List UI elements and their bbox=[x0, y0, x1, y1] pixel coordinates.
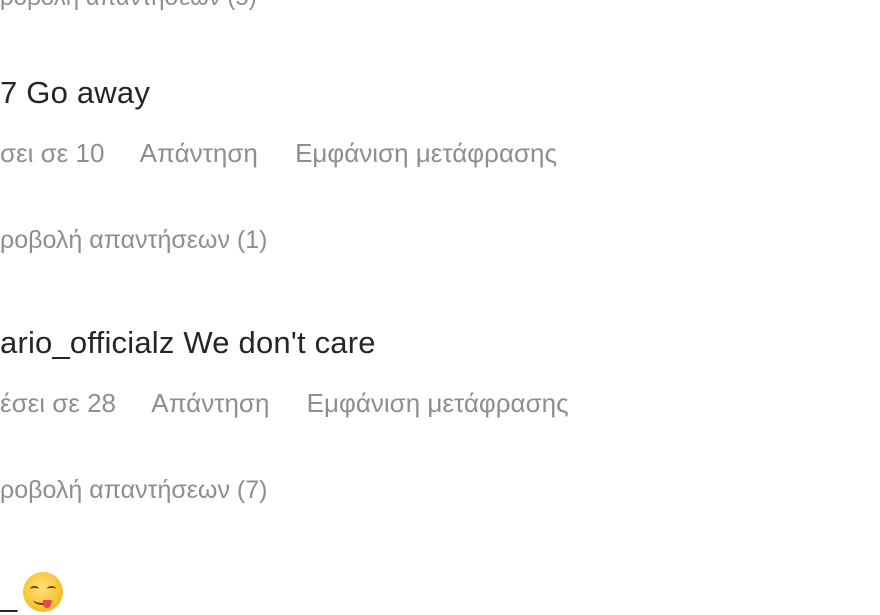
savoring-food-emoji-icon bbox=[23, 572, 64, 612]
comment-2-meta: έσει σε 28 Απάντηση Εμφάνιση μετάφρασης bbox=[0, 388, 569, 419]
comment-2-translate-button[interactable]: Εμφάνιση μετάφρασης bbox=[307, 388, 569, 419]
comment-2-reply-button[interactable]: Απάντηση bbox=[151, 388, 269, 419]
comment-3-author[interactable]: _ bbox=[0, 578, 17, 613]
comment-1-translate-button[interactable]: Εμφάνιση μετάφρασης bbox=[295, 138, 557, 169]
comment-2-text-row: ario_officialz We don't care bbox=[0, 325, 376, 361]
comment-1-reply-button[interactable]: Απάντηση bbox=[140, 138, 258, 169]
comment-1-meta: σει σε 10 Απάντηση Εμφάνιση μετάφρασης bbox=[0, 138, 557, 169]
comment-1-author[interactable]: 7 bbox=[0, 75, 17, 110]
comment-2-likes[interactable]: έσει σε 28 bbox=[0, 388, 116, 419]
comment-1-view-replies[interactable]: ροβολή απαντήσεων (1) bbox=[0, 226, 267, 255]
comment-1-text-row: 7 Go away bbox=[0, 75, 150, 111]
view-replies-link-clipped[interactable]: ροβολή απαντήσεων (5) bbox=[0, 0, 257, 12]
comment-2-author[interactable]: ario_officialz bbox=[0, 325, 175, 360]
comment-2-view-replies[interactable]: ροβολή απαντήσεων (7) bbox=[0, 476, 267, 505]
comment-3-text-row: _ bbox=[0, 572, 64, 614]
comment-2-body: We don't care bbox=[183, 325, 376, 360]
comment-1-body: Go away bbox=[26, 75, 151, 110]
comment-1-likes[interactable]: σει σε 10 bbox=[0, 138, 104, 169]
